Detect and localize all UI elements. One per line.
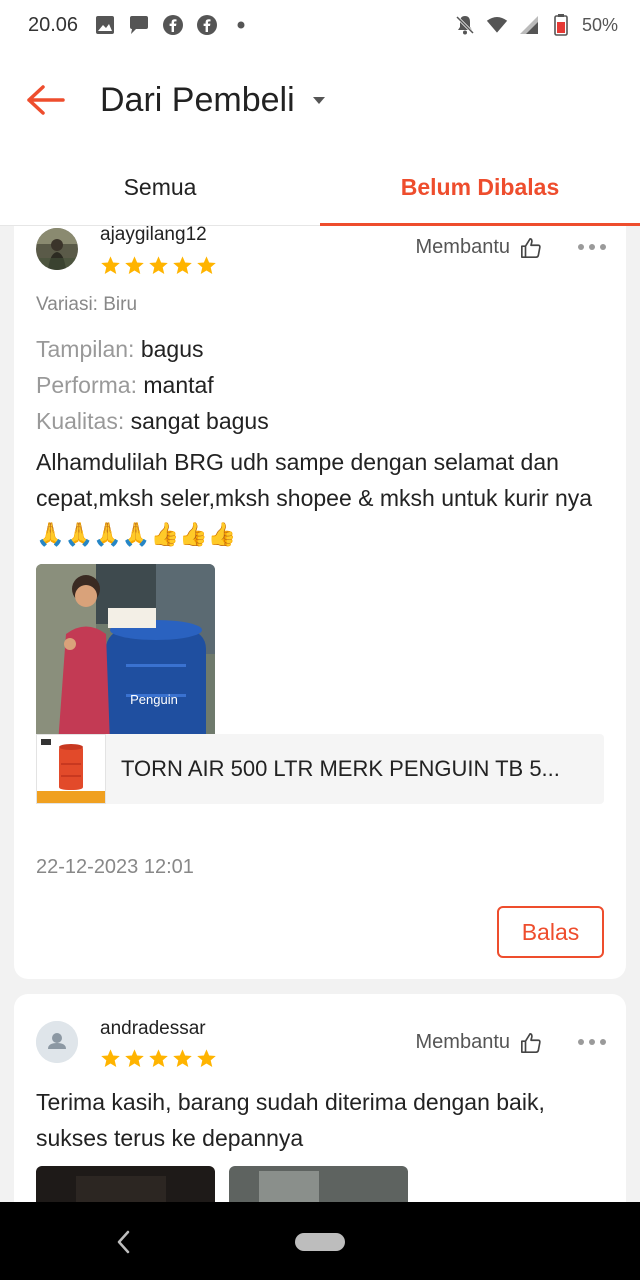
system-nav-bar <box>0 1202 640 1280</box>
signal-icon <box>518 14 540 36</box>
review-photo[interactable]: Penguin <box>36 564 215 744</box>
caret-down-icon[interactable] <box>312 96 325 104</box>
review-attribute: Tampilan: bagus <box>36 336 204 363</box>
review-card: andradessar Membantu Terima kasih, baran… <box>14 994 626 1202</box>
star-icon <box>149 1049 168 1067</box>
attribute-key: Performa: <box>36 372 137 398</box>
star-icon <box>101 1049 120 1067</box>
thumbs-up-icon <box>521 237 541 258</box>
avatar[interactable] <box>36 228 78 270</box>
star-icon <box>197 1049 216 1067</box>
tab-semua[interactable]: Semua <box>0 150 320 225</box>
review-text: Alhamdulilah BRG udh sampe dengan selama… <box>36 449 593 547</box>
nav-home-pill[interactable] <box>295 1233 345 1251</box>
review-card: ajaygilang12 Membantu Variasi: Biru Tamp… <box>14 226 626 979</box>
tab-belum-dibalas[interactable]: Belum Dibalas <box>320 150 640 226</box>
star-icon <box>173 1049 192 1067</box>
helpful-label: Membantu <box>415 1031 511 1053</box>
user-icon <box>36 1021 78 1063</box>
product-name: TORN AIR 500 LTR MERK PENGUIN TB 5... <box>121 756 560 781</box>
reviewer-username[interactable]: andradessar <box>100 1018 206 1040</box>
product-variation: Variasi: Biru <box>36 294 138 315</box>
avatar[interactable] <box>36 1021 78 1063</box>
dot-icon <box>230 14 252 36</box>
battery-percent: 50% <box>581 14 618 35</box>
review-photo[interactable] <box>36 1166 215 1202</box>
facebook-icon <box>162 14 184 36</box>
reply-button[interactable]: Balas <box>497 906 604 958</box>
tab-bar: Semua Belum Dibalas <box>0 150 640 226</box>
star-icon <box>101 256 120 274</box>
star-icon <box>125 1049 144 1067</box>
product-thumbnail <box>36 734 106 804</box>
bell-off-icon <box>454 14 476 36</box>
nav-back-icon[interactable] <box>112 1228 136 1256</box>
facebook-icon <box>196 14 218 36</box>
battery-icon <box>550 14 572 36</box>
review-list[interactable]: ajaygilang12 Membantu Variasi: Biru Tamp… <box>0 226 640 1202</box>
back-button[interactable] <box>0 50 90 150</box>
attribute-value: sangat bagus <box>130 408 269 434</box>
image-icon <box>94 14 116 36</box>
thumbs-up-icon <box>521 1032 541 1053</box>
more-options-icon[interactable] <box>578 1039 606 1045</box>
attribute-key: Kualitas: <box>36 408 125 434</box>
helpful-button[interactable]: Membantu <box>416 236 543 259</box>
more-options-icon[interactable] <box>578 244 606 250</box>
helpful-button[interactable]: Membantu <box>416 1031 543 1054</box>
arrow-left-icon <box>27 85 65 115</box>
photo-brand-text: Penguin <box>130 692 178 707</box>
star-rating <box>100 255 217 276</box>
attribute-value: bagus <box>140 336 204 362</box>
star-icon <box>173 256 192 274</box>
page-title[interactable]: Dari Pembeli <box>100 81 295 120</box>
attribute-key: Tampilan: <box>36 336 135 362</box>
review-attribute: Kualitas: sangat bagus <box>36 408 269 435</box>
star-icon <box>149 256 168 274</box>
wifi-icon <box>486 14 508 36</box>
review-attribute: Performa: mantaf <box>36 372 214 399</box>
review-text: Terima kasih, barang sudah diterima deng… <box>36 1089 545 1151</box>
status-bar: 20.06 50% <box>0 0 640 50</box>
chat-bubble-icon <box>128 14 150 36</box>
reviewer-username[interactable]: ajaygilang12 <box>100 226 207 246</box>
status-time: 20.06 <box>28 13 79 36</box>
star-rating <box>100 1048 217 1069</box>
star-icon <box>197 256 216 274</box>
attribute-value: mantaf <box>143 372 214 398</box>
star-icon <box>125 256 144 274</box>
helpful-label: Membantu <box>415 236 511 258</box>
product-link[interactable]: TORN AIR 500 LTR MERK PENGUIN TB 5... <box>36 734 604 804</box>
review-date: 22-12-2023 12:01 <box>36 856 194 878</box>
app-header: Dari Pembeli <box>0 50 640 150</box>
review-photo[interactable] <box>229 1166 408 1202</box>
